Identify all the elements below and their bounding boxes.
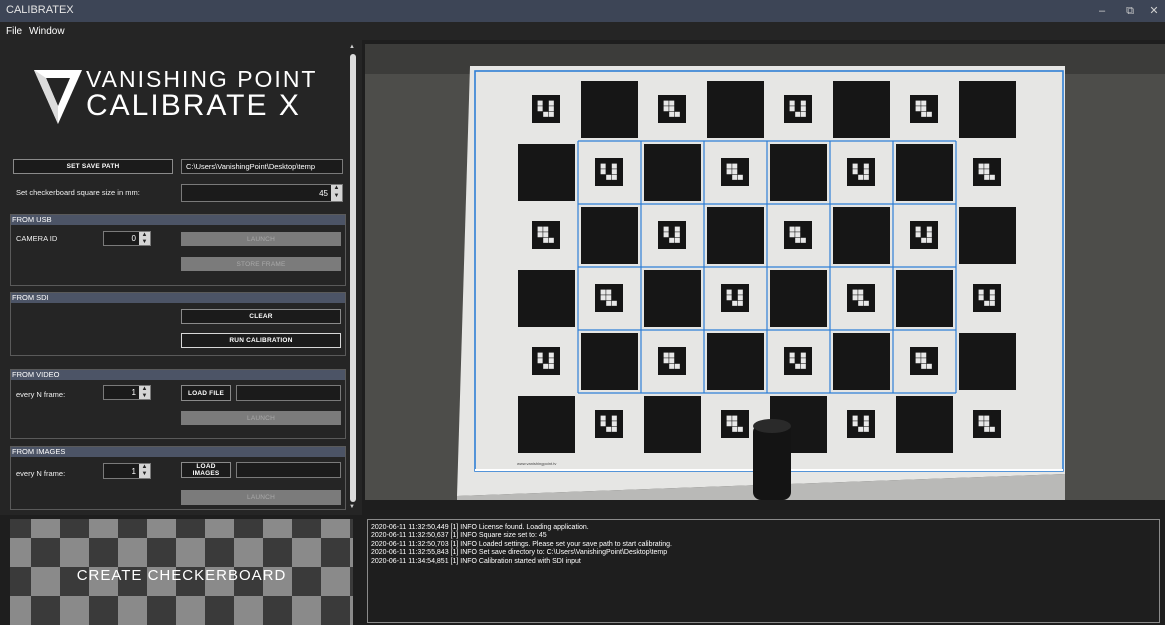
log-line: 2020-06-11 11:32:50,449 [1] INFO License… (371, 524, 589, 531)
spin-up-icon[interactable]: ▲ (139, 232, 150, 239)
spin-down-icon[interactable]: ▼ (139, 471, 150, 478)
camera-id-label: CAMERA ID (16, 234, 58, 243)
close-button[interactable]: ✕ (1144, 3, 1164, 19)
video-section-header: FROM VIDEO (11, 370, 345, 380)
video-launch-button[interactable]: LAUNCH (181, 411, 341, 425)
sdi-section-header: FROM SDI (11, 293, 345, 303)
images-file-field[interactable] (236, 462, 341, 478)
spin-up-icon[interactable]: ▲ (139, 386, 150, 393)
video-n-frame-stepper[interactable]: 1 ▲ ▼ (103, 385, 151, 400)
load-images-button[interactable]: LOAD IMAGES (181, 462, 231, 478)
spin-up-icon[interactable]: ▲ (331, 185, 342, 193)
v-logo-icon (34, 70, 82, 124)
log-output: 2020-06-11 11:32:50,449 [1] INFO License… (367, 519, 1160, 623)
app-logo: VANISHING POINT CALIBRATE X (32, 62, 332, 132)
images-launch-button[interactable]: LAUNCH (181, 490, 341, 505)
set-save-path-button[interactable]: SET SAVE PATH (13, 159, 173, 174)
log-line: 2020-06-11 11:32:50,703 [1] INFO Loaded … (371, 540, 672, 548)
load-file-button[interactable]: LOAD FILE (181, 385, 231, 401)
run-calibration-button[interactable]: RUN CALIBRATION (181, 333, 341, 348)
log-line: 2020-06-11 11:32:50,637 [1] INFO Square … (371, 532, 547, 540)
square-size-value: 45 (319, 188, 328, 198)
square-size-stepper[interactable]: 45 ▲ ▼ (181, 184, 343, 202)
usb-section: FROM USB (10, 214, 346, 286)
save-path-field[interactable]: C:\Users\VanishingPoint\Desktop\temp (181, 159, 343, 174)
minimize-button[interactable]: – (1092, 3, 1112, 19)
spin-down-icon[interactable]: ▼ (331, 193, 342, 201)
store-frame-button[interactable]: STORE FRAME (181, 257, 341, 271)
app-title: CALIBRATEX (6, 4, 74, 16)
usb-section-header: FROM USB (11, 215, 345, 225)
spin-up-icon[interactable]: ▲ (139, 464, 150, 471)
images-section-header: FROM IMAGES (11, 447, 345, 457)
images-n-frame-label: every N frame: (16, 469, 66, 478)
camera-feed-image (365, 44, 1165, 500)
spin-down-icon[interactable]: ▼ (139, 393, 150, 400)
panel-scrollbar[interactable]: ▲ ▼ (348, 44, 358, 512)
usb-launch-button[interactable]: LAUNCH (181, 232, 341, 246)
video-n-frame-value: 1 (131, 388, 136, 397)
create-checkerboard-button[interactable]: CREATE CHECKERBOARD (10, 519, 353, 625)
camera-id-stepper[interactable]: 0 ▲ ▼ (103, 231, 151, 246)
video-file-field[interactable] (236, 385, 341, 401)
menu-file[interactable]: File (6, 26, 22, 37)
scroll-up-icon[interactable]: ▲ (349, 44, 355, 50)
camera-id-spinner[interactable]: ▲ ▼ (139, 232, 150, 245)
title-bar: CALIBRATEX – ⧉ ✕ (0, 0, 1165, 22)
images-n-frame-spinner[interactable]: ▲ ▼ (139, 464, 150, 478)
log-line: 2020-06-11 11:32:55,843 [1] INFO Set sav… (371, 549, 668, 557)
video-n-frame-spinner[interactable]: ▲ ▼ (139, 386, 150, 399)
spin-down-icon[interactable]: ▼ (139, 239, 150, 246)
images-n-frame-value: 1 (131, 466, 136, 476)
menu-bar: File Window (0, 22, 1165, 40)
video-n-frame-label: every N frame: (16, 390, 66, 399)
images-n-frame-stepper[interactable]: 1 ▲ ▼ (103, 463, 151, 479)
create-checkerboard-label: CREATE CHECKERBOARD (76, 567, 287, 584)
square-size-spinner[interactable]: ▲ ▼ (331, 185, 342, 201)
scroll-down-icon[interactable]: ▼ (349, 504, 355, 510)
video-section: FROM VIDEO (10, 369, 346, 439)
menu-window[interactable]: Window (29, 26, 65, 37)
log-line: 2020-06-11 11:34:54,851 [1] INFO Calibra… (371, 557, 581, 565)
logo-line-2: CALIBRATE X (86, 89, 301, 122)
camera-view: www.vanishingpoint.tv (365, 44, 1165, 500)
camera-id-value: 0 (131, 234, 136, 243)
board-caption: www.vanishingpoint.tv (517, 461, 557, 466)
restore-button[interactable]: ⧉ (1120, 3, 1140, 19)
square-size-label: Set checkerboard square size in mm: (16, 188, 140, 197)
scrollbar-thumb[interactable] (350, 54, 356, 502)
clear-button[interactable]: CLEAR (181, 309, 341, 324)
